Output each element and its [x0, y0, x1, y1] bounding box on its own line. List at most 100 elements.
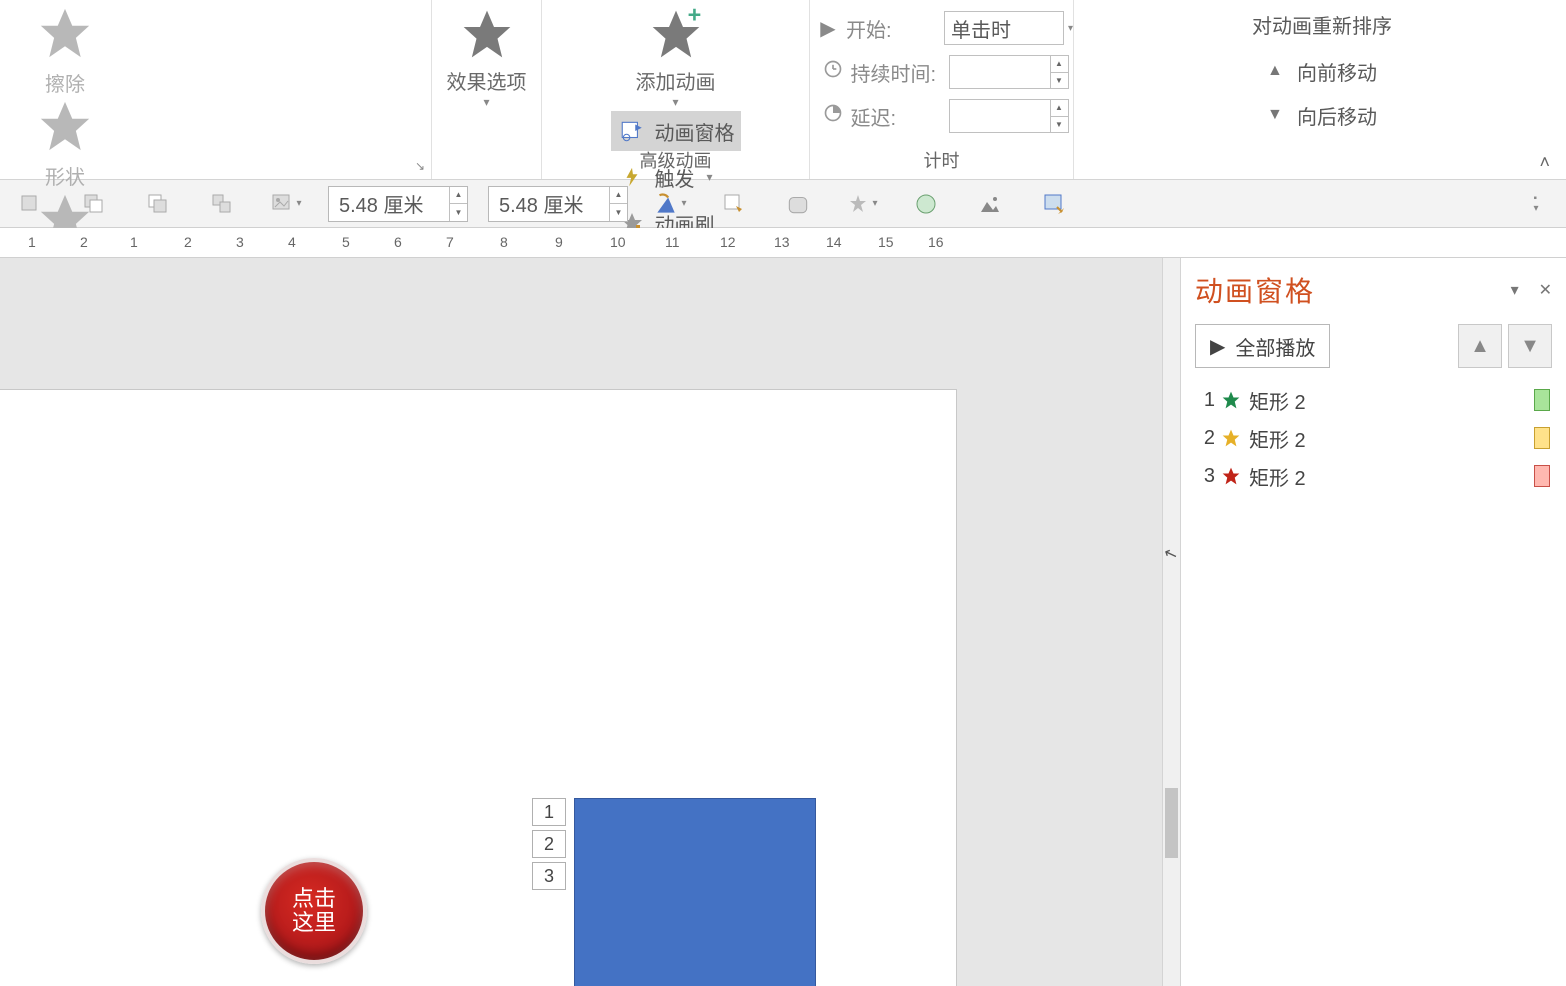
delay-label: 延迟:	[851, 102, 943, 131]
spin-down-icon[interactable]: ▼	[1051, 117, 1068, 133]
qat-customize-button[interactable]: ▪▾	[1514, 186, 1558, 222]
animation-list-item[interactable]: 3矩形 2	[1195, 458, 1552, 494]
shape-height-value: 5.48 厘米	[339, 189, 423, 218]
animation-list-item[interactable]: 1 矩形 2	[1195, 382, 1552, 418]
animation-order-tag[interactable]: 3	[532, 862, 566, 890]
ruler-mark: 1	[130, 234, 138, 250]
ruler-mark: 2	[80, 234, 88, 250]
move-earlier-button[interactable]: ▲ 向前移动	[1267, 49, 1377, 93]
quick-access-toolbar: ▾ 5.48 厘米 ▲▼ 5.48 厘米 ▲▼ ▾ ▾ ▪▾	[0, 180, 1566, 228]
blue-rectangle-shape[interactable]	[574, 798, 816, 986]
chevron-down-icon: ▾	[672, 95, 678, 109]
animation-gallery: 擦除 形状 轮子 ▴ ▾ ▾ ↘	[0, 0, 432, 179]
play-all-button[interactable]: ▶ 全部播放	[1195, 324, 1330, 368]
animation-pane-button[interactable]: 动画窗格	[611, 111, 741, 151]
play-all-label: 全部播放	[1235, 332, 1315, 361]
dialog-launcher-icon[interactable]: ↘	[415, 159, 425, 173]
qat-picture-button[interactable]	[968, 186, 1012, 222]
animation-order-tag[interactable]: 2	[532, 830, 566, 858]
shape-height-input[interactable]: 5.48 厘米 ▲▼	[328, 186, 468, 222]
animation-list-item[interactable]: 2矩形 2	[1195, 420, 1552, 456]
effect-options-label: 效果选项	[447, 66, 527, 95]
ruler-mark: 13	[774, 234, 790, 250]
start-combo[interactable]: 单击时	[944, 11, 1064, 45]
qat-select-button[interactable]	[712, 186, 756, 222]
animation-item-name: 矩形 2	[1249, 386, 1534, 415]
animation-pane-title: 动画窗格	[1195, 270, 1315, 310]
animation-order-tag[interactable]: 1	[532, 798, 566, 826]
qat-effect-button[interactable]: ▾	[840, 186, 884, 222]
ruler-mark: 3	[236, 234, 244, 250]
qat-button-1[interactable]	[8, 186, 52, 222]
ruler-mark: 9	[555, 234, 563, 250]
qat-button-5[interactable]: ▾	[264, 186, 308, 222]
star-icon	[459, 6, 515, 62]
effect-options[interactable]: 效果选项 ▾	[432, 0, 542, 179]
spin-up-icon[interactable]: ▲	[1051, 56, 1068, 73]
duration-label: 持续时间:	[851, 58, 943, 87]
pane-menu-button[interactable]: ▾	[1511, 280, 1519, 300]
animation-list: 1矩形 22矩形 23矩形 2	[1195, 382, 1552, 494]
red-circle-button-shape[interactable]: 点击 这里	[261, 858, 367, 964]
spin-down-icon[interactable]: ▼	[610, 204, 627, 221]
slide-canvas-area[interactable]: 点击 这里 1 2 3	[0, 258, 1162, 986]
horizontal-ruler: 1212345678910111213141516	[0, 228, 1566, 258]
animation-item-index: 3	[1197, 465, 1215, 488]
star-icon	[1219, 464, 1243, 488]
spin-up-icon[interactable]: ▲	[610, 187, 627, 205]
animation-item-wipe[interactable]: 擦除	[0, 4, 130, 97]
play-icon: ▶	[1210, 334, 1225, 359]
clock-icon	[821, 59, 845, 85]
scrollbar-thumb[interactable]	[1165, 788, 1178, 858]
advanced-animation-group: + 添加动画 ▾ 动画窗格 触发 ▾	[542, 0, 810, 179]
qat-rotate-button[interactable]: ▾	[648, 186, 692, 222]
spin-down-icon[interactable]: ▼	[450, 204, 467, 221]
group-label-timing: 计时	[924, 147, 960, 173]
qat-circle-button[interactable]	[904, 186, 948, 222]
duration-input[interactable]: ▲▼	[949, 55, 1069, 89]
reorder-down-button[interactable]: ▼	[1508, 324, 1552, 368]
delay-input[interactable]: ▲▼	[949, 99, 1069, 133]
reorder-group: 对动画重新排序 ▲ 向前移动 ▼ 向后移动 ˄	[1074, 0, 1566, 179]
qat-button-3[interactable]	[136, 186, 180, 222]
collapse-ribbon-button[interactable]: ˄	[1539, 152, 1550, 173]
ruler-mark: 8	[500, 234, 508, 250]
ribbon: 擦除 形状 轮子 ▴ ▾ ▾ ↘ 效果选项 ▾ + 添加动画 ▾	[0, 0, 1566, 180]
qat-button-2[interactable]	[72, 186, 116, 222]
qat-image-reset-button[interactable]	[1032, 186, 1076, 222]
animation-duration-bar	[1534, 389, 1550, 411]
ruler-mark: 10	[610, 234, 626, 250]
animation-item-index: 1	[1197, 389, 1215, 412]
ruler-mark: 4	[288, 234, 296, 250]
animation-item-label: 擦除	[45, 68, 85, 97]
ruler-mark: 2	[184, 234, 192, 250]
triangle-down-icon: ▼	[1267, 106, 1287, 124]
shape-width-input[interactable]: 5.48 厘米 ▲▼	[488, 186, 628, 222]
spin-down-icon[interactable]: ▼	[1051, 73, 1068, 89]
qat-button-4[interactable]	[200, 186, 244, 222]
add-animation-button[interactable]: + 添加动画 ▾	[620, 6, 732, 109]
chevron-down-icon: ▾	[681, 198, 686, 209]
ruler-mark: 14	[826, 234, 842, 250]
reorder-header: 对动画重新排序	[1252, 10, 1392, 39]
ruler-mark: 1	[28, 234, 36, 250]
move-later-label: 向后移动	[1297, 101, 1377, 130]
shape-width-value: 5.48 厘米	[499, 189, 583, 218]
move-earlier-label: 向前移动	[1297, 57, 1377, 86]
star-icon	[1219, 388, 1243, 412]
animation-item-name: 矩形 2	[1249, 424, 1534, 453]
ruler-mark: 15	[878, 234, 894, 250]
qat-shape-button[interactable]	[776, 186, 820, 222]
pane-close-button[interactable]: ✕	[1539, 280, 1552, 300]
spin-up-icon[interactable]: ▲	[450, 187, 467, 205]
ruler-mark: 12	[720, 234, 736, 250]
spin-up-icon[interactable]: ▲	[1051, 100, 1068, 117]
chevron-down-icon[interactable]: ▾	[1068, 23, 1073, 34]
move-later-button[interactable]: ▼ 向后移动	[1267, 93, 1377, 137]
start-combo-value: 单击时	[951, 14, 1011, 43]
ruler-mark: 16	[928, 234, 944, 250]
add-animation-label: 添加动画	[636, 66, 716, 95]
reorder-up-button[interactable]: ▲	[1458, 324, 1502, 368]
vertical-scrollbar[interactable]	[1162, 258, 1180, 986]
animation-item-shape[interactable]: 形状	[0, 97, 130, 190]
